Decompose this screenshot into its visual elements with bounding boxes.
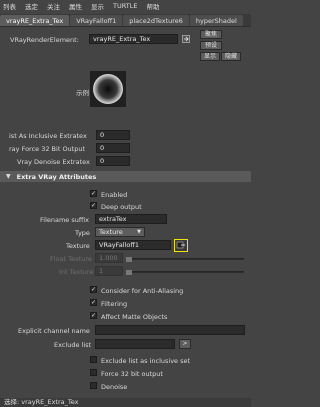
denoise-checkbox[interactable] [90,382,97,389]
menu-attributes[interactable]: 属性 [69,1,82,11]
denoise-extratex-label: Vray Denoise Extratex [17,158,90,166]
enabled-label: Enabled [101,191,128,199]
denoise-label: Denoise [101,383,128,391]
list-inclusive-label: ist As Inclusive Extratex [9,132,87,140]
int-texture-field: 1 [95,266,123,276]
menu-select[interactable]: 选定 [25,1,38,11]
tab-place2dtexture6[interactable]: place2dTexture6 [123,15,189,26]
render-element-label: VRayRenderElement: [10,36,79,44]
int-texture-slider [126,270,244,275]
filtering-checkbox[interactable]: ✓ [90,299,97,306]
menu-show[interactable]: 显示 [91,1,104,11]
extra-vray-attributes-header[interactable]: ▼ Extra VRay Attributes [0,171,251,182]
list-inclusive-field[interactable]: 0 [96,130,130,140]
show-button[interactable]: 显示 [200,52,220,61]
consider-aa-checkbox[interactable]: ✓ [90,286,97,293]
exclude-inclusive-label: Exclude list as inclusive set [101,357,191,365]
explicit-channel-field[interactable] [95,325,245,335]
chevron-down-icon: ▼ [137,229,141,235]
exclude-list-add-button[interactable]: > [179,339,191,349]
sample-swatch[interactable] [90,71,126,107]
menu-bar: 列表 选定 关注 属性 显示 TURTLE 帮助 [0,0,251,11]
int-texture-label: Int Texture [59,268,94,276]
menu-focus[interactable]: 关注 [47,1,60,11]
force-32bit-field[interactable]: 0 [96,143,130,153]
force-32bit-output-label: Force 32 bit output [101,370,163,378]
presets-button[interactable]: 预设 [200,41,222,50]
slider-thumb [126,257,132,262]
explicit-channel-label: Explicit channel name [18,327,90,335]
float-texture-label: Float Texture [50,255,92,263]
exclude-list-field[interactable] [95,339,175,349]
type-dropdown-value: Texture [99,228,123,236]
exclude-list-label: Exclude list [54,341,92,349]
texture-label: Texture [66,242,90,250]
sample-label: 示例 [76,89,89,97]
hide-button[interactable]: 隐藏 [221,52,241,61]
filename-suffix-label: Filename suffix [40,216,90,224]
affect-matte-label: Affect Matte Objects [101,313,168,321]
deep-output-checkbox[interactable]: ✓ [90,202,97,209]
denoise-extratex-field[interactable]: 0 [96,156,130,166]
collapse-triangle-icon: ▼ [6,173,11,180]
deep-output-label: Deep output [101,203,142,211]
node-tab-bar: vrayRE_Extra_Tex VRayFalloff1 place2dTex… [0,14,251,26]
type-dropdown[interactable]: Texture ▼ [95,227,145,237]
attribute-editor-panel: VRayRenderElement: vrayRE_Extra_Tex 聚焦 预… [0,26,251,407]
slider-thumb [126,270,132,275]
tab-vrayre-extra-tex[interactable]: vrayRE_Extra_Tex [0,15,70,26]
texture-map-button[interactable] [174,239,188,252]
float-texture-field: 1.000 [95,253,123,263]
tab-vrayfalloff1[interactable]: VRayFalloff1 [70,15,123,26]
filtering-label: Filtering [101,300,128,308]
focus-button[interactable]: 聚焦 [200,30,222,39]
affect-matte-checkbox[interactable]: ✓ [90,312,97,319]
menu-help[interactable]: 帮助 [146,1,159,11]
tab-hypershade[interactable]: hyperShadel [189,15,243,26]
enabled-checkbox[interactable]: ✓ [90,190,97,197]
render-element-name-field[interactable]: vrayRE_Extra_Tex [89,34,178,44]
filename-suffix-field[interactable]: extraTex [95,214,167,224]
consider-aa-label: Consider for Anti-Aliasing [101,287,184,295]
force-32bit-output-checkbox[interactable] [90,369,97,376]
force-32bit-label: ray Force 32 Bit Output [9,145,86,153]
type-label: Type [75,229,90,237]
status-bar: 选择: vrayRE_Extra_Tex [0,398,251,407]
exclude-inclusive-checkbox[interactable] [90,356,97,363]
node-icon[interactable] [182,35,190,43]
menu-turtle[interactable]: TURTLE [113,2,137,10]
section-title: Extra VRay Attributes [16,172,97,181]
texture-field[interactable]: VRayFalloff1 [95,240,171,250]
float-texture-slider [126,257,244,262]
menu-list[interactable]: 列表 [3,1,16,11]
